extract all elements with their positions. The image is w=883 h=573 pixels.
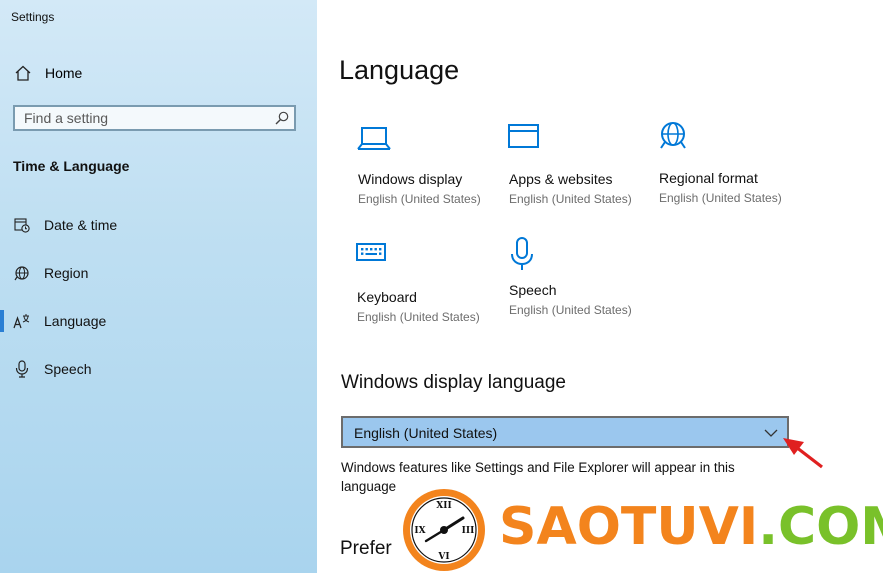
watermark-text-part2: .COM [758,497,883,557]
chevron-down-icon [764,429,778,437]
sidebar-item-label: Speech [44,361,92,377]
watermark-text-part1: SAOTUVI [499,497,759,557]
tile-name: Speech [509,282,557,298]
active-indicator [0,310,4,332]
page-title: Language [339,55,460,85]
sidebar-item-label: Date & time [44,217,118,233]
tile-name: Apps & websites [509,171,613,187]
watermark-text: SAOTUVI.COM [499,497,883,557]
tile-subtitle: English (United States) [509,303,632,317]
section-heading: Time & Language [13,158,130,174]
window-icon [508,124,539,148]
home-icon [14,65,32,81]
tile-subtitle: English (United States) [659,191,782,205]
display-language-heading: Windows display language [341,372,566,393]
nav-home-label: Home [45,65,83,81]
clock-numeral-12: XII [436,501,451,511]
search-box[interactable] [13,105,296,131]
display-language-dropdown[interactable]: English (United States) [341,416,789,448]
sidebar-item-date-time[interactable]: Date & time [0,207,317,243]
search-input[interactable] [15,107,279,129]
watermark-clock-logo: XII III VI IX [403,489,485,571]
clock-numeral-3: III [462,526,475,536]
keyboard-icon [356,243,386,261]
nav-home[interactable]: Home [14,62,82,84]
app-title: Settings [11,10,55,24]
calendar-clock-icon [13,217,31,233]
sidebar-item-label: Language [44,313,107,329]
tile-subtitle: English (United States) [358,192,481,206]
tile-name: Regional format [659,170,758,186]
sidebar-item-language[interactable]: Language [0,303,317,339]
laptop-icon [357,127,391,150]
sidebar-item-speech[interactable]: Speech [0,351,317,387]
globe-icon [13,265,31,281]
language-icon [13,313,31,329]
sidebar-item-label: Region [44,265,89,281]
globe-icon [660,122,686,149]
tile-keyboard[interactable]: Keyboard English (United States) [356,243,501,333]
tile-regional-format[interactable]: Regional format English (United States) [658,121,803,211]
tile-windows-display[interactable]: Windows display English (United States) [357,125,502,215]
microphone-icon [511,237,533,270]
preferred-languages-heading: Prefer [340,538,392,559]
tile-speech[interactable]: Speech English (United States) [508,237,653,327]
clock-numeral-6: VI [437,552,449,562]
tile-name: Windows display [358,171,463,187]
sidebar-item-region[interactable]: Region [0,255,317,291]
microphone-icon [13,360,31,378]
sidebar: Settings Home Time & Language Date & tim… [0,0,317,573]
dropdown-value: English (United States) [354,425,498,441]
search-icon[interactable] [275,111,289,125]
tile-apps-websites[interactable]: Apps & websites English (United States) [508,124,653,214]
tile-subtitle: English (United States) [509,192,632,206]
tile-subtitle: English (United States) [357,310,480,324]
clock-numeral-9: IX [414,526,425,536]
tile-name: Keyboard [357,289,417,305]
